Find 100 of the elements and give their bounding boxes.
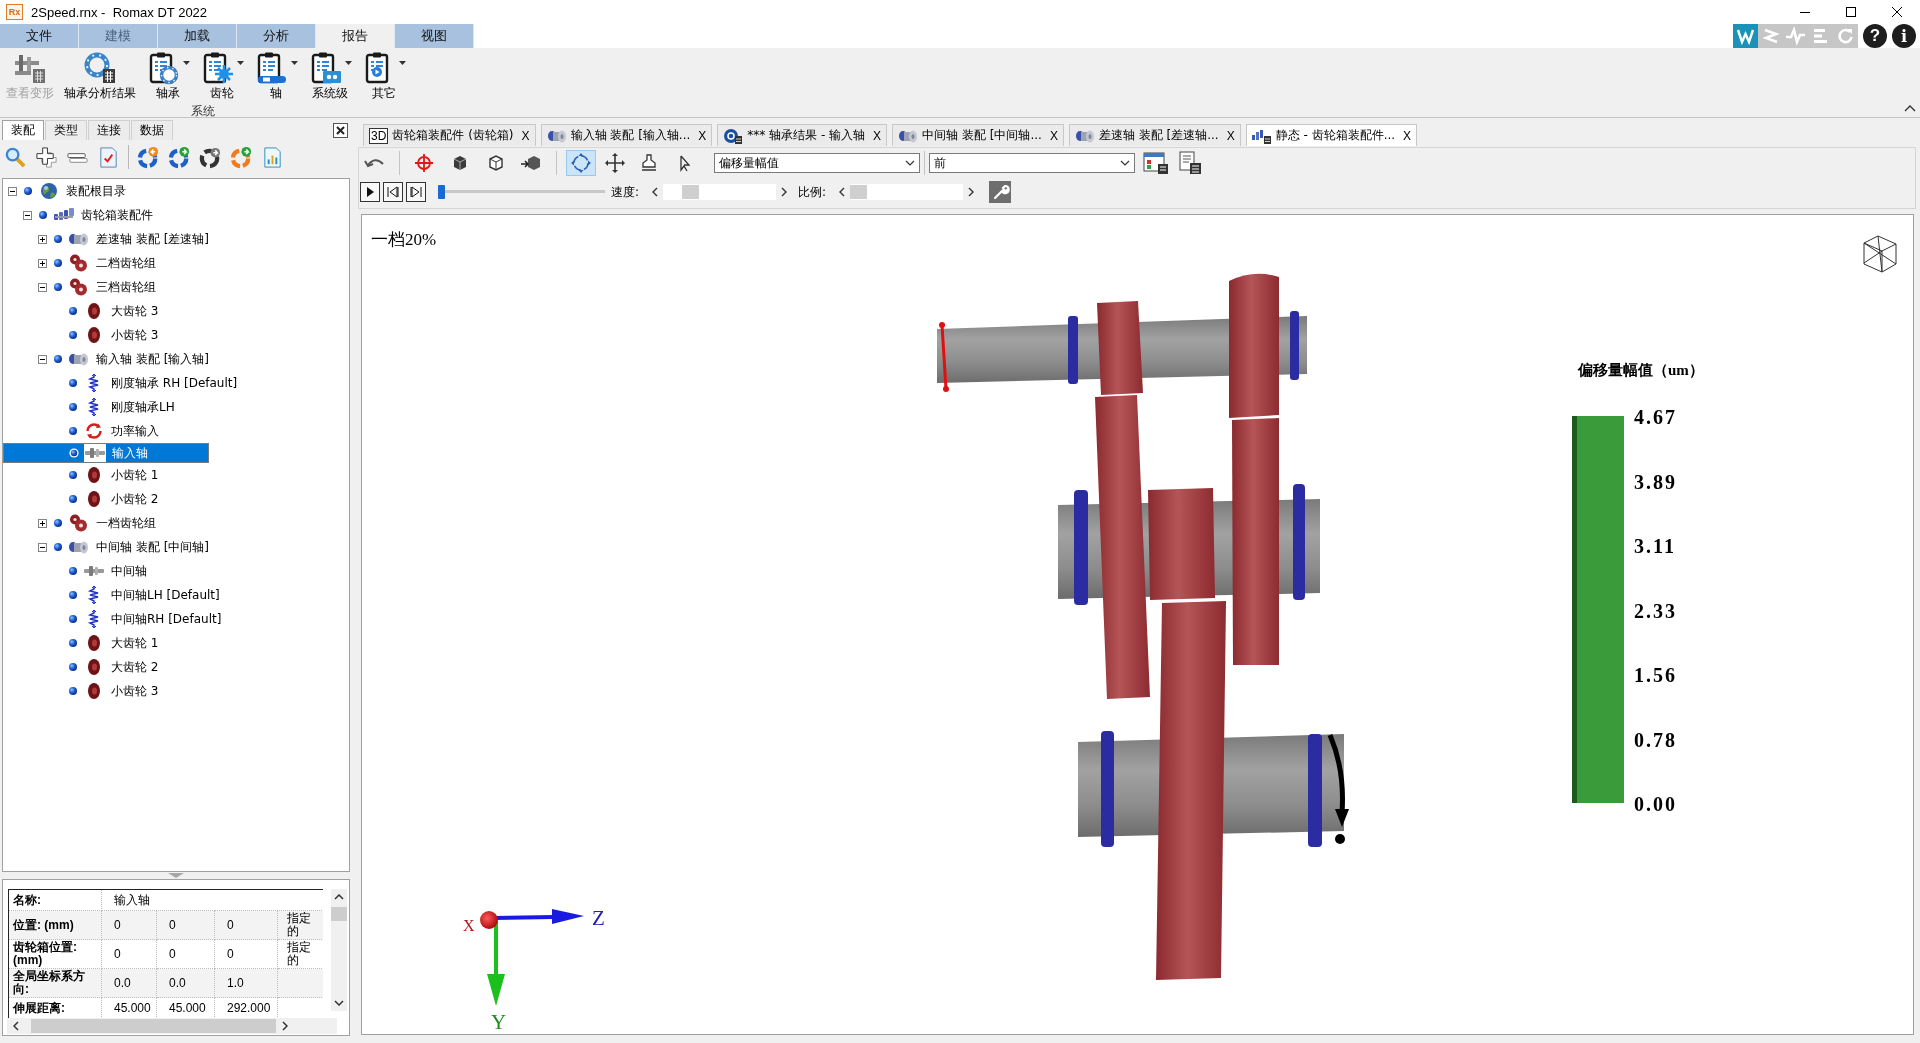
slider-thumb[interactable] (850, 185, 868, 199)
viewport-3d[interactable]: 一档20% 偏移量幅值（um） 4.67 3.89 3.11 2.33 1.56 0.78 0.00 X Z Y (361, 214, 1914, 1035)
collapse-icon[interactable] (38, 542, 47, 552)
collapse-icon[interactable] (8, 186, 17, 196)
horizontal-scrollbar[interactable] (7, 1018, 337, 1034)
document-tab[interactable]: *** 轴承结果 - 输入轴 X (717, 124, 888, 146)
dot-icon[interactable] (68, 330, 78, 340)
ribbon-button[interactable]: 轴 (252, 50, 300, 100)
logo-icon[interactable] (1733, 24, 1758, 48)
close-tab-button[interactable]: X (1403, 128, 1412, 143)
expand-icon[interactable] (38, 258, 47, 268)
panel-tab[interactable]: 装配 (2, 120, 44, 140)
dot-icon[interactable] (53, 518, 63, 528)
slider-thumb[interactable] (682, 185, 700, 199)
dot-icon[interactable] (68, 590, 78, 600)
tree-item[interactable]: 二档齿轮组 (35, 251, 156, 275)
chevron-left-icon[interactable] (652, 187, 659, 197)
tree-item[interactable]: 刚度轴承LH (50, 395, 175, 419)
dot-icon[interactable] (68, 566, 78, 576)
expand-icon[interactable] (38, 234, 47, 244)
step-forward-icon[interactable] (406, 182, 426, 202)
help-button[interactable]: ? (1863, 24, 1887, 48)
tree-item[interactable]: 中间轴 装配 [中间轴] (35, 535, 209, 559)
close-tab-button[interactable]: X (1049, 128, 1058, 143)
document-tab[interactable]: 输入轴 装配 [输入轴... X (540, 124, 713, 146)
dot-icon[interactable] (53, 282, 63, 292)
caret-icon[interactable] (183, 61, 190, 65)
collapse-icon[interactable] (38, 282, 47, 292)
step-back-icon[interactable] (383, 182, 403, 202)
dot-icon[interactable] (68, 614, 78, 624)
chevron-right-icon[interactable] (282, 1021, 288, 1031)
speed-slider[interactable] (663, 184, 777, 200)
tree-item[interactable]: 大齿轮 2 (50, 655, 159, 679)
tree-item[interactable]: 大齿轮 3 (50, 299, 159, 323)
slider-thumb[interactable] (438, 185, 445, 199)
checklist-icon[interactable] (97, 145, 120, 169)
panel-tab[interactable]: 连接 (88, 120, 130, 140)
chevron-up-icon[interactable] (334, 894, 344, 900)
dot-icon[interactable] (68, 662, 78, 672)
chevron-down-icon[interactable] (334, 1000, 344, 1006)
tree-item[interactable]: 小齿轮 3 (50, 679, 159, 703)
close-icon[interactable] (333, 122, 348, 138)
scrollbar-thumb[interactable] (31, 1019, 276, 1033)
close-tab-button[interactable]: X (1226, 128, 1235, 143)
collapse-icon[interactable] (38, 354, 47, 364)
panel-tab[interactable]: 类型 (45, 120, 87, 140)
tree-item[interactable]: 装配根目录 (5, 179, 126, 203)
menu-tab[interactable]: 加载 (158, 24, 237, 48)
tree-item[interactable]: 小齿轮 2 (50, 487, 159, 511)
ribbon-button[interactable]: 轴承分析结果 (62, 50, 138, 100)
dot-icon[interactable] (53, 258, 63, 268)
dot-icon[interactable] (38, 210, 48, 220)
close-tab-button[interactable]: X (698, 128, 707, 143)
legend-window-icon[interactable] (1143, 151, 1169, 175)
document-tab[interactable]: 中间轴 装配 [中间轴... X (892, 124, 1064, 146)
expand-icon[interactable] (38, 518, 47, 528)
tree-item[interactable]: 一档齿轮组 (35, 511, 156, 535)
ribbon-button[interactable]: 齿轮 (198, 50, 246, 100)
caret-icon[interactable] (237, 61, 244, 65)
maximize-icon[interactable] (1846, 7, 1856, 17)
tree-item[interactable]: 输入轴 (3, 443, 209, 463)
dot-icon[interactable] (23, 186, 33, 196)
tree-item[interactable]: 输入轴 装配 [输入轴] (35, 347, 209, 371)
dot-icon[interactable] (53, 354, 63, 364)
menu-tab[interactable]: 分析 (237, 24, 316, 48)
tree-item[interactable]: 功率输入 (50, 419, 159, 443)
menu-tab[interactable]: 文件 (0, 24, 79, 48)
tree-item[interactable]: 中间轴 (50, 559, 147, 583)
caret-icon[interactable] (291, 61, 298, 65)
wrench-icon[interactable] (989, 181, 1012, 203)
panel-tab[interactable]: 数据 (131, 120, 173, 140)
close-tab-button[interactable]: X (521, 128, 530, 143)
dot-icon[interactable] (68, 470, 78, 480)
document-tab[interactable]: 3D 齿轮箱装配件 (齿轮箱) X (363, 124, 536, 146)
search-icon[interactable] (4, 145, 27, 169)
tree-item[interactable]: 差速轴 装配 [差速轴] (35, 227, 209, 251)
tree-item[interactable]: 小齿轮 1 (50, 463, 159, 487)
view-cube-icon[interactable] (1863, 235, 1897, 273)
chevron-down-icon[interactable] (905, 160, 915, 166)
close-tab-button[interactable]: X (873, 128, 882, 143)
collapse-icon[interactable] (23, 210, 32, 220)
chevron-right-icon[interactable] (781, 187, 788, 197)
caret-icon[interactable] (399, 61, 406, 65)
info-button[interactable]: i (1892, 24, 1916, 48)
tree-item[interactable]: 齿轮箱装配件 (20, 203, 153, 227)
play-icon[interactable] (360, 182, 380, 202)
scrollbar-thumb[interactable] (331, 907, 347, 921)
tree-item[interactable]: 三档齿轮组 (35, 275, 156, 299)
vertical-scrollbar[interactable] (331, 889, 347, 1011)
dot-icon[interactable] (53, 542, 63, 552)
ribbon-button[interactable]: 轴承 (144, 50, 192, 100)
document-tab[interactable]: 静态 - 齿轮箱装配件... X (1245, 124, 1418, 146)
dot-icon[interactable] (68, 426, 78, 436)
ribbon-button[interactable]: 系统级 (306, 50, 354, 100)
scale-slider[interactable] (850, 184, 964, 200)
document-tab[interactable]: 差速轴 装配 [差速轴... X (1068, 124, 1241, 146)
tree-item[interactable]: 中间轴RH [Default] (50, 607, 222, 631)
chevron-down-icon[interactable] (1120, 160, 1130, 166)
dot-icon[interactable] (53, 234, 63, 244)
close-icon[interactable] (1892, 7, 1902, 17)
